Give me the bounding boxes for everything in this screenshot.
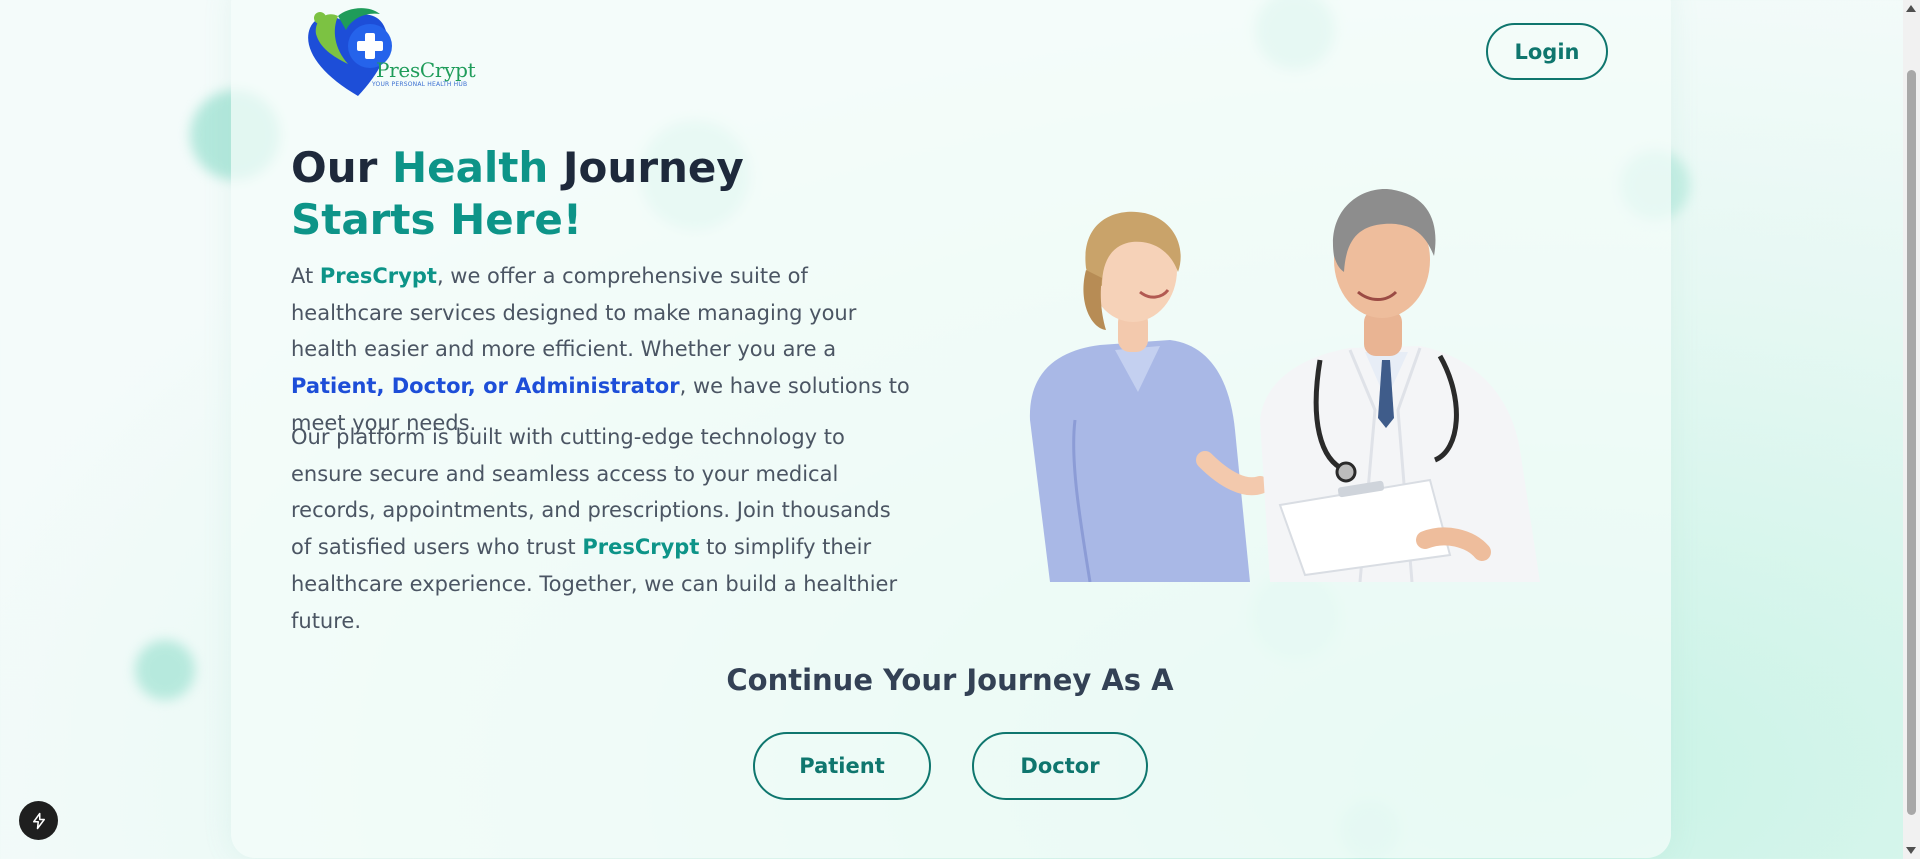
continue-heading: Continue Your Journey As A bbox=[726, 663, 1174, 697]
lightning-bolt-icon bbox=[32, 812, 45, 829]
brand-name: PresCrypt bbox=[582, 535, 700, 560]
doctor-and-patient-illustration bbox=[1029, 189, 1540, 582]
paragraph-text: At bbox=[291, 264, 320, 288]
doctor-button[interactable]: Doctor bbox=[972, 732, 1148, 800]
roles-highlight: Patient, Doctor, or Administrator bbox=[291, 374, 680, 399]
vertical-scrollbar[interactable] bbox=[1903, 0, 1920, 859]
scroll-up-icon[interactable] bbox=[1906, 5, 1916, 12]
scroll-down-icon[interactable] bbox=[1906, 847, 1916, 854]
title-part: Our bbox=[291, 143, 392, 192]
logo-name: PresCrypt bbox=[376, 58, 476, 82]
quick-action-button[interactable] bbox=[19, 801, 58, 840]
scrollbar-thumb[interactable] bbox=[1907, 70, 1916, 815]
title-part: Journey bbox=[548, 143, 744, 192]
brand-name: PresCrypt bbox=[319, 264, 437, 288]
background-bokeh bbox=[135, 640, 195, 700]
page-title: Our Health Journey Starts Here! bbox=[291, 142, 891, 246]
title-highlight: Starts Here! bbox=[291, 195, 583, 244]
login-button[interactable]: Login bbox=[1486, 23, 1608, 80]
platform-paragraph: Our platform is built with cutting-edge … bbox=[291, 419, 911, 639]
intro-paragraph: At PresCrypt, we offer a comprehensive s… bbox=[291, 258, 911, 442]
logo-tagline: YOUR PERSONAL HEALTH HUB bbox=[372, 81, 468, 88]
patient-button[interactable]: Patient bbox=[753, 732, 931, 800]
title-highlight: Health bbox=[391, 143, 549, 192]
